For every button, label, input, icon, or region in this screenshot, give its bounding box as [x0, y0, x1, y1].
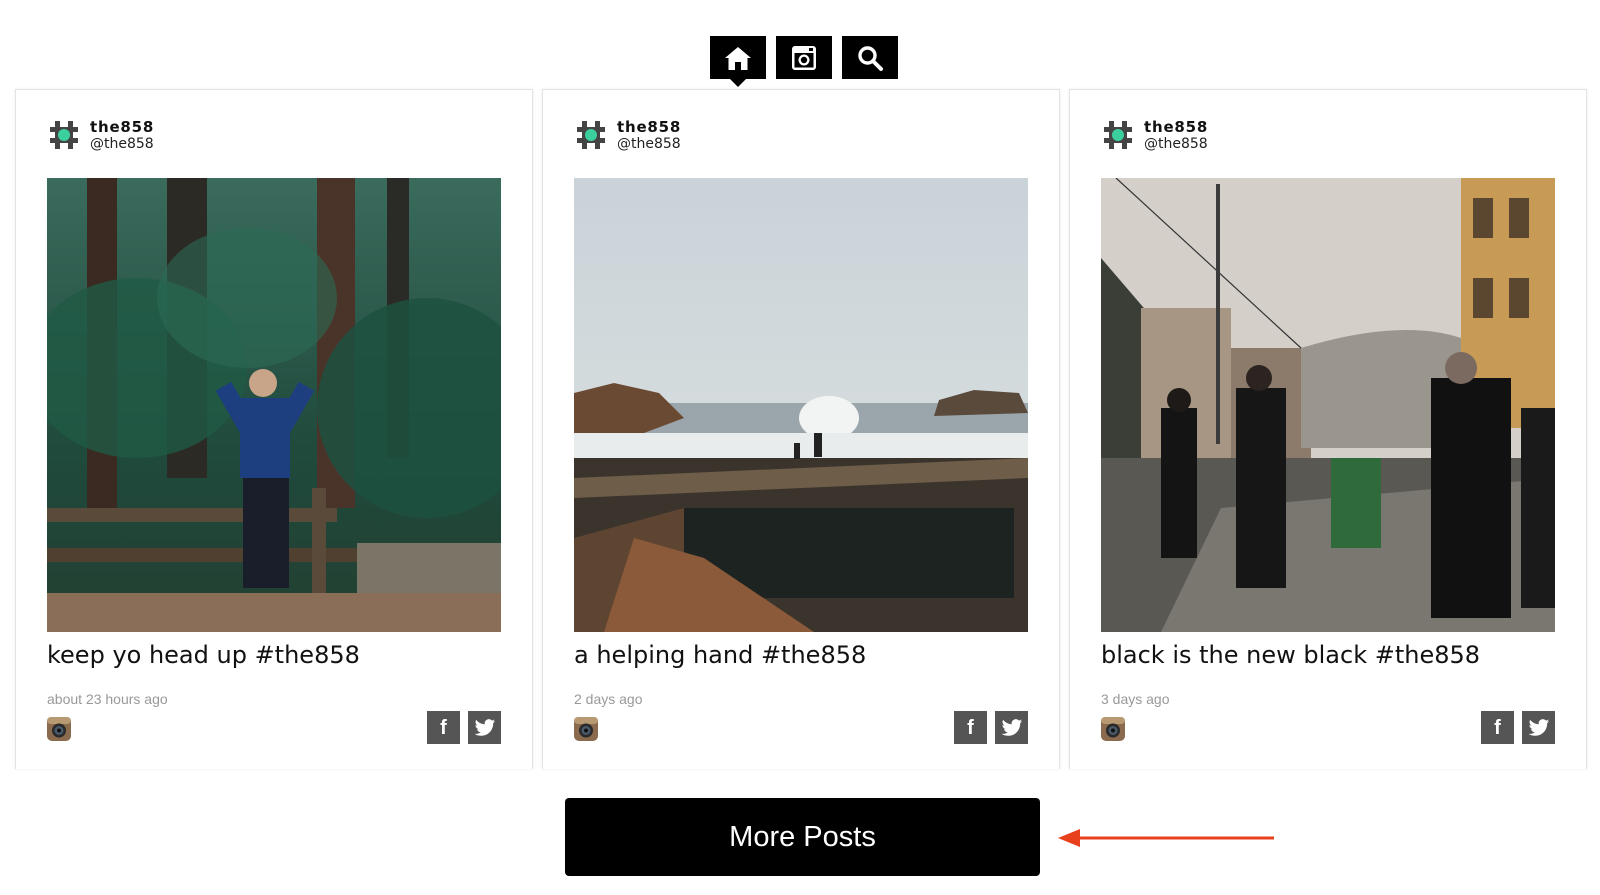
- post-caption: black is the new black #the858: [1101, 641, 1481, 669]
- more-posts-button[interactable]: More Posts: [565, 798, 1040, 876]
- hashtag-avatar-icon: [50, 121, 78, 150]
- facebook-share-button[interactable]: f: [1481, 711, 1514, 744]
- post-card: the858 @the858 keep yo head up #the858 a…: [15, 89, 533, 769]
- twitter-share-button[interactable]: [1522, 711, 1555, 744]
- facebook-share-button[interactable]: f: [954, 711, 987, 744]
- home-icon: [725, 46, 751, 70]
- post-timestamp: 3 days ago: [1101, 691, 1170, 707]
- twitter-share-button[interactable]: [468, 711, 501, 744]
- search-icon: [858, 45, 883, 71]
- post-header: the858 @the858: [575, 118, 681, 153]
- search-nav-button[interactable]: [842, 36, 898, 79]
- post-photo[interactable]: [574, 178, 1028, 632]
- hashtag-avatar-icon: [1104, 121, 1132, 150]
- post-header: the858 @the858: [1102, 118, 1208, 153]
- hashtag-avatar-icon: [577, 121, 605, 150]
- post-timestamp: 2 days ago: [574, 691, 643, 707]
- share-buttons: f: [954, 711, 1028, 744]
- instagram-source-icon[interactable]: [1100, 716, 1126, 742]
- home-nav-button[interactable]: [710, 36, 766, 87]
- facebook-icon: f: [967, 716, 974, 739]
- user-name[interactable]: the858: [1144, 118, 1208, 136]
- post-header: the858 @the858: [48, 118, 154, 153]
- twitter-icon: [474, 718, 495, 736]
- post-caption: keep yo head up #the858: [47, 641, 360, 669]
- user-name[interactable]: the858: [90, 118, 154, 136]
- facebook-icon: f: [1494, 716, 1501, 739]
- user-handle[interactable]: @the858: [1144, 136, 1208, 153]
- facebook-icon: f: [440, 716, 447, 739]
- post-card: the858 @the858 a helping hand #the858 2 …: [542, 89, 1060, 769]
- twitter-icon: [1001, 718, 1022, 736]
- instagram-source-icon[interactable]: [573, 716, 599, 742]
- post-photo[interactable]: [1101, 178, 1555, 632]
- user-handle[interactable]: @the858: [617, 136, 681, 153]
- twitter-icon: [1528, 718, 1549, 736]
- user-handle[interactable]: @the858: [90, 136, 154, 153]
- post-card: the858 @the858 black is the new black #t…: [1069, 89, 1587, 769]
- instagram-nav-button[interactable]: [776, 36, 832, 79]
- share-buttons: f: [1481, 711, 1555, 744]
- top-nav: [710, 36, 898, 87]
- share-buttons: f: [427, 711, 501, 744]
- post-timestamp: about 23 hours ago: [47, 691, 168, 707]
- user-name[interactable]: the858: [617, 118, 681, 136]
- post-caption: a helping hand #the858: [574, 641, 867, 669]
- post-photo[interactable]: [47, 178, 501, 632]
- facebook-share-button[interactable]: f: [427, 711, 460, 744]
- twitter-share-button[interactable]: [995, 711, 1028, 744]
- instagram-icon: [792, 45, 816, 70]
- annotation-arrow-icon: [1058, 829, 1274, 847]
- instagram-source-icon[interactable]: [46, 716, 72, 742]
